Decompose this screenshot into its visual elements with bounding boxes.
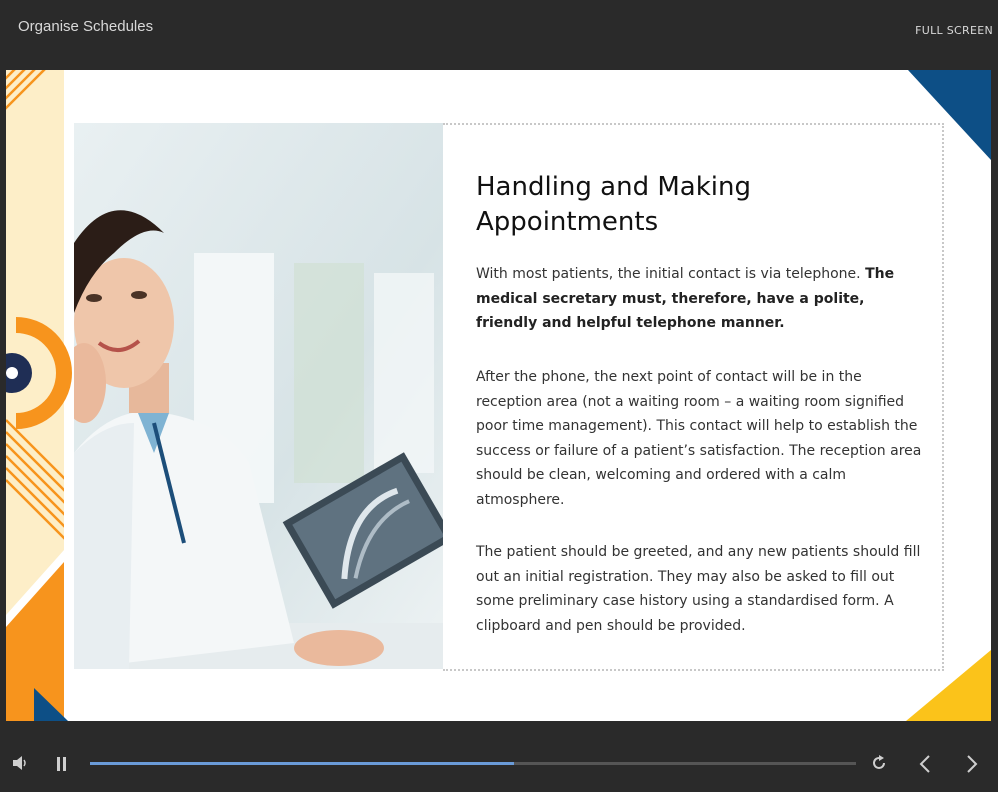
- volume-icon[interactable]: [12, 755, 30, 775]
- chevron-left-icon[interactable]: [918, 755, 932, 777]
- replay-icon[interactable]: [871, 755, 887, 775]
- content-panel: Handling and Making Appointments With mo…: [443, 123, 944, 671]
- doctor-illustration: [74, 123, 443, 669]
- progress-bar[interactable]: [90, 762, 856, 765]
- slide-heading: Handling and Making Appointments: [476, 172, 751, 237]
- pause-icon[interactable]: [56, 756, 68, 775]
- fullscreen-button[interactable]: FULL SCREEN: [915, 24, 993, 37]
- top-bar: Organise Schedules FULL SCREEN: [0, 0, 998, 70]
- player-controls: [0, 721, 998, 792]
- progress-fill: [90, 762, 514, 765]
- paragraph-2: After the phone, the next point of conta…: [476, 369, 922, 508]
- paragraph-3: The patient should be greeted, and any n…: [476, 544, 921, 634]
- paragraph-1: With most patients, the initial contact …: [476, 262, 926, 336]
- doctor-photo: [74, 123, 443, 669]
- paragraph-1-text: With most patients, the initial contact …: [476, 266, 861, 282]
- slide: Handling and Making Appointments With mo…: [6, 70, 991, 721]
- course-title: Organise Schedules: [18, 18, 154, 35]
- chevron-right-icon[interactable]: [965, 755, 979, 777]
